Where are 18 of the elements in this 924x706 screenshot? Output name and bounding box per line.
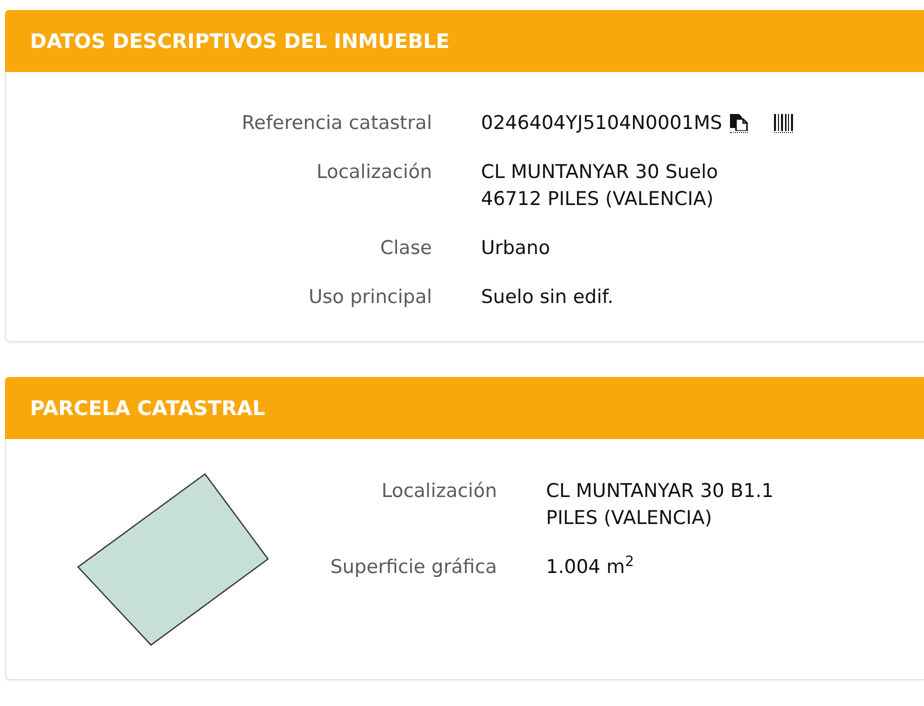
field-value: CL MUNTANYAR 30 Suelo 46712 PILES (VALENCIA) <box>481 160 718 212</box>
field-label: Uso principal <box>308 285 432 310</box>
field-label: Localización <box>315 160 432 185</box>
barcode-button[interactable] <box>774 114 794 133</box>
field-value: 1.004 m$^{2}$ <box>546 554 634 580</box>
field-value: Suelo sin edif. <box>481 285 614 310</box>
field-label: Superficie gráfica <box>329 555 497 580</box>
section-title: DATOS DESCRIPTIVOS DEL INMUEBLE <box>30 28 450 55</box>
field-value: CL MUNTANYAR 30 B1.1 PILES (VALENCIA) <box>546 479 774 531</box>
section-title: PARCELA CATASTRAL <box>30 395 266 422</box>
copy-button[interactable] <box>730 114 748 133</box>
copy-icon <box>730 114 748 131</box>
field-label: Referencia catastral <box>240 111 432 136</box>
field-value: 0246404YJ5104N0001MS <box>481 111 722 136</box>
field-label: Localización <box>380 479 497 504</box>
field-value: Urbano <box>481 236 550 261</box>
barcode-icon <box>774 114 794 131</box>
field-label: Clase <box>379 236 432 261</box>
